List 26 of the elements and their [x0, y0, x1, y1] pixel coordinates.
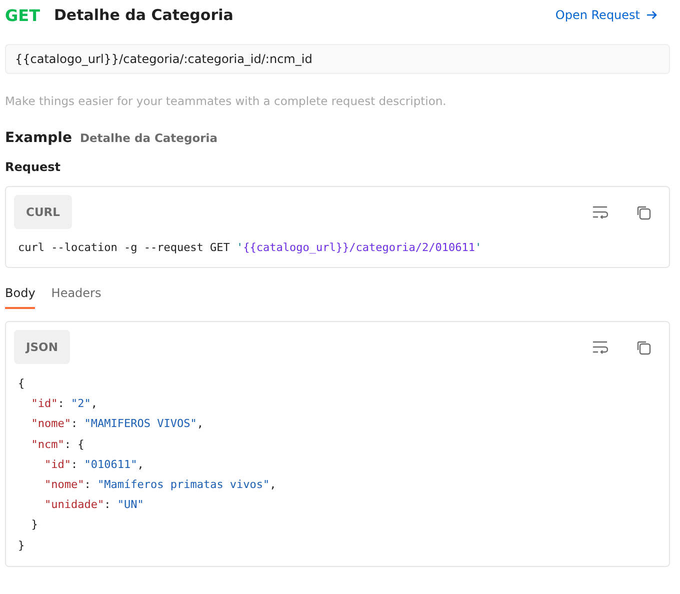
tab[interactable]: Headers [51, 286, 102, 309]
code-line: "id": "2", [30, 396, 98, 412]
code-line: } [30, 517, 38, 534]
tab[interactable]: Body [5, 286, 36, 309]
code-line: "ncm": { [30, 436, 84, 453]
copy-icon[interactable] [636, 204, 651, 220]
method-label: GET [5, 6, 40, 24]
example-name: Detalhe da Categoria [80, 131, 218, 145]
language-button[interactable]: CURL [14, 195, 72, 229]
code-line: "nome": "Mamíferos primatas vivos", [43, 477, 276, 494]
url-field[interactable]: {{catalogo_url}}/categoria/:categoria_id/:ncm_id [5, 44, 670, 74]
code-line: { [17, 376, 25, 392]
code-line: "unidade": "UN" [43, 497, 144, 514]
example-heading: Example [5, 130, 72, 146]
language-button[interactable]: JSON [14, 330, 70, 364]
arrow-right-icon [646, 9, 658, 21]
code-line: "nome": "MAMIFEROS VIVOS", [30, 416, 204, 432]
request-heading: Request [5, 160, 62, 174]
wrap-lines-icon[interactable] [592, 340, 608, 354]
wrap-lines-icon[interactable] [592, 204, 608, 218]
code-line: "id": "010611", [43, 456, 144, 473]
code-line: curl --location -g --request GET '{{catalogo_url}}/categoria/2/010611' [17, 240, 482, 256]
copy-icon[interactable] [636, 340, 651, 354]
request-title: Detalhe da Categoria [54, 6, 234, 24]
code-line: } [17, 538, 25, 554]
open-request-link[interactable]: Open Request [555, 8, 658, 22]
